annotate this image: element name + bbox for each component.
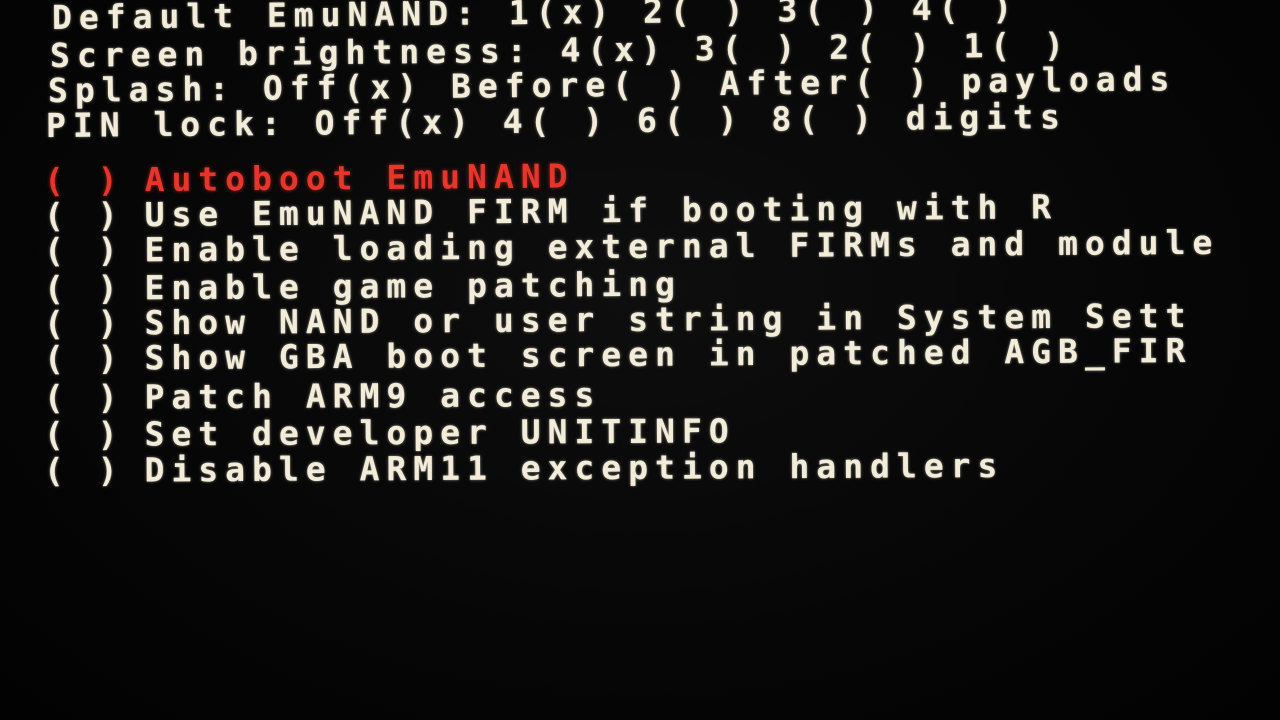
checkbox[interactable]: ( ): [44, 415, 125, 454]
toggle-gba-boot-screen[interactable]: ( ) Show GBA boot screen in patched AGB_F…: [44, 330, 1193, 378]
toggle-label: Show GBA boot screen in patched AGB_FIR: [144, 330, 1193, 378]
checkbox[interactable]: ( ): [44, 338, 125, 378]
checkbox[interactable]: ( ): [44, 378, 125, 417]
checkbox[interactable]: ( ): [44, 303, 125, 343]
toggle-label: Disable ARM11 exception handlers: [144, 445, 1005, 490]
checkbox[interactable]: ( ): [44, 230, 125, 270]
toggle-disable-arm11-handlers[interactable]: ( ) Disable ARM11 exception handlers: [44, 445, 1005, 490]
checkbox[interactable]: ( ): [44, 160, 125, 200]
checkbox[interactable]: ( ): [44, 195, 125, 235]
toggle-label: Enable loading external FIRMs and module: [144, 222, 1220, 270]
checkbox[interactable]: ( ): [44, 268, 125, 308]
toggle-external-firms[interactable]: ( ) Enable loading external FIRMs and mod…: [44, 222, 1220, 270]
config-screen: Default EmuNAND: 1(x) 2( ) 3( ) 4( ) Scr…: [0, 0, 1280, 720]
checkbox[interactable]: ( ): [44, 451, 125, 490]
toggle-label: Patch ARM9 access: [144, 375, 602, 417]
toggle-patch-arm9-access[interactable]: ( ) Patch ARM9 access: [44, 375, 602, 417]
pin-lock-option[interactable]: PIN lock: Off(x) 4( ) 6( ) 8( ) digits: [46, 97, 1067, 145]
